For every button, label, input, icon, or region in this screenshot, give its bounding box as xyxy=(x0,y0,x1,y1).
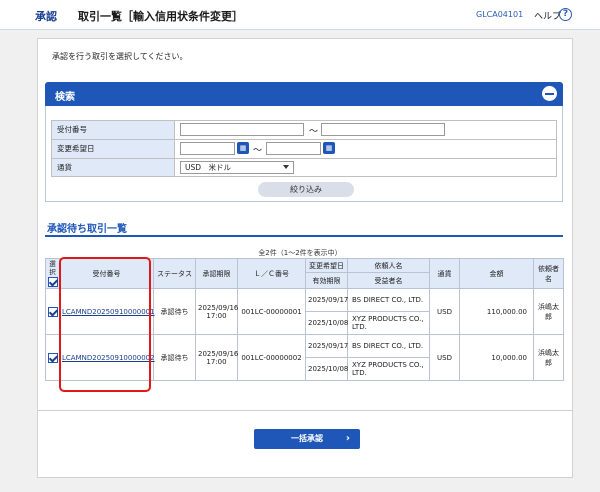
status-cell: 承認待ち xyxy=(153,334,196,381)
search-panel-body: 受付番号 ～ 変更希望日 ▦ ～ ▦ 通貨 USD 米ドル 絞り込み xyxy=(45,106,563,202)
row-select-cell xyxy=(45,334,60,381)
currency-select[interactable]: USD 米ドル xyxy=(180,161,294,174)
select-all-checkbox[interactable] xyxy=(48,277,58,287)
deadline-cell: 2025/09/16 17:00 xyxy=(195,334,239,381)
search-row-receipt-number: 受付番号 ～ xyxy=(51,120,557,139)
receipt-number-link[interactable]: LCAMND20250910000001 xyxy=(62,308,155,316)
footer-divider xyxy=(37,410,573,411)
receipt-number-to-input[interactable] xyxy=(321,123,445,136)
filter-button[interactable]: 絞り込み xyxy=(258,182,354,197)
section-label: 承認 xyxy=(35,10,57,23)
requester-cell: 浜嶋太郎 xyxy=(533,334,564,381)
receipt-number-cell: LCAMND20250910000002 xyxy=(59,334,155,381)
chevron-right-icon: › xyxy=(345,433,350,444)
deadline-time: 17:00 xyxy=(206,311,227,320)
deadline-date: 2025/09/16 xyxy=(198,303,239,312)
change-date-to-input[interactable] xyxy=(266,142,321,155)
change-date-cell: 2025/09/17 xyxy=(305,288,348,312)
col-lc-number: Ｌ／Ｃ番号 xyxy=(237,258,306,289)
bulk-approve-button[interactable]: 一括承認 › xyxy=(254,429,360,449)
col-applicant: 依頼人名 xyxy=(347,258,430,273)
approval-table: 選択 受付番号 ステータス 承認期限 Ｌ／Ｃ番号 変更希望日 依頼人名 通貨 金… xyxy=(45,258,564,381)
receipt-number-label: 受付番号 xyxy=(52,121,175,139)
status-cell: 承認待ち xyxy=(153,288,196,335)
list-title: 承認待ち取引一覧 xyxy=(47,224,127,235)
requester-cell: 浜嶋太郎 xyxy=(533,288,564,335)
expiry-date-cell: 2025/10/08 xyxy=(305,311,348,335)
change-date-label: 変更希望日 xyxy=(52,140,175,158)
list-title-underline xyxy=(45,235,563,237)
deadline-time: 17:00 xyxy=(206,357,227,366)
calendar-icon[interactable]: ▦ xyxy=(237,142,249,154)
currency-select-value: USD 米ドル xyxy=(185,163,232,172)
screen-id: GLCA04101 xyxy=(476,10,524,19)
calendar-icon[interactable]: ▦ xyxy=(323,142,335,154)
amount-cell: 10,000.00 xyxy=(459,334,534,381)
currency-cell: USD xyxy=(429,334,460,381)
search-row-currency: 通貨 USD 米ドル xyxy=(51,158,557,177)
col-expiry-date: 有効期限 xyxy=(305,272,348,289)
instruction-text: 承認を行う取引を選択してください。 xyxy=(52,52,188,61)
col-change-date: 変更希望日 xyxy=(305,258,348,273)
select-all-header[interactable]: 選択 xyxy=(45,258,60,289)
beneficiary-cell: XYZ PRODUCTS CO., LTD. xyxy=(347,311,430,335)
col-amount: 金額 xyxy=(459,258,534,289)
col-currency: 通貨 xyxy=(429,258,460,289)
applicant-cell: BS DIRECT CO., LTD. xyxy=(347,288,430,312)
help-link[interactable]: ヘルプ xyxy=(534,9,561,22)
lc-number-cell: 001LC-00000002 xyxy=(237,334,306,381)
range-separator: ～ xyxy=(309,127,319,137)
receipt-number-from-input[interactable] xyxy=(180,123,304,136)
amount-cell: 110,000.00 xyxy=(459,288,534,335)
chevron-down-icon xyxy=(283,165,289,169)
col-receipt-number: 受付番号 xyxy=(59,258,154,289)
lc-number-cell: 001LC-00000001 xyxy=(237,288,306,335)
result-count: 全2件（1～2件を表示中） xyxy=(258,249,342,257)
col-approval-deadline: 承認期限 xyxy=(195,258,238,289)
row-checkbox[interactable] xyxy=(48,306,58,317)
receipt-number-cell: LCAMND20250910000001 xyxy=(59,288,155,335)
col-requester: 依頼者名 xyxy=(533,258,564,289)
page-title: 取引一覧［輸入信用状条件変更］ xyxy=(78,10,243,23)
row-checkbox[interactable] xyxy=(48,352,58,363)
applicant-cell: BS DIRECT CO., LTD. xyxy=(347,334,430,358)
deadline-date: 2025/09/16 xyxy=(198,349,239,358)
currency-cell: USD xyxy=(429,288,460,335)
receipt-number-link[interactable]: LCAMND20250910000002 xyxy=(62,354,155,362)
table-row: LCAMND20250910000001 承認待ち 2025/09/16 17:0… xyxy=(45,288,564,335)
collapse-icon[interactable] xyxy=(542,86,557,101)
search-panel-title: 検索 xyxy=(55,92,75,103)
change-date-from-input[interactable] xyxy=(180,142,235,155)
bulk-approve-label: 一括承認 xyxy=(291,434,323,443)
top-bar: 承認 取引一覧［輸入信用状条件変更］ GLCA04101 ヘルプ ? xyxy=(0,0,600,30)
range-separator: ～ xyxy=(253,146,263,156)
search-panel-header[interactable]: 検索 xyxy=(45,82,563,106)
row-select-cell xyxy=(45,288,60,335)
col-beneficiary: 受益者名 xyxy=(347,272,430,289)
beneficiary-cell: XYZ PRODUCTS CO., LTD. xyxy=(347,357,430,381)
help-icon[interactable]: ? xyxy=(559,8,572,21)
change-date-cell: 2025/09/17 xyxy=(305,334,348,358)
search-row-change-date: 変更希望日 ▦ ～ ▦ xyxy=(51,139,557,158)
deadline-cell: 2025/09/16 17:00 xyxy=(195,288,239,335)
col-status: ステータス xyxy=(153,258,196,289)
currency-label: 通貨 xyxy=(52,159,175,176)
select-header-label: 選択 xyxy=(49,260,56,276)
expiry-date-cell: 2025/10/08 xyxy=(305,357,348,381)
table-row: LCAMND20250910000002 承認待ち 2025/09/16 17:0… xyxy=(45,334,564,381)
